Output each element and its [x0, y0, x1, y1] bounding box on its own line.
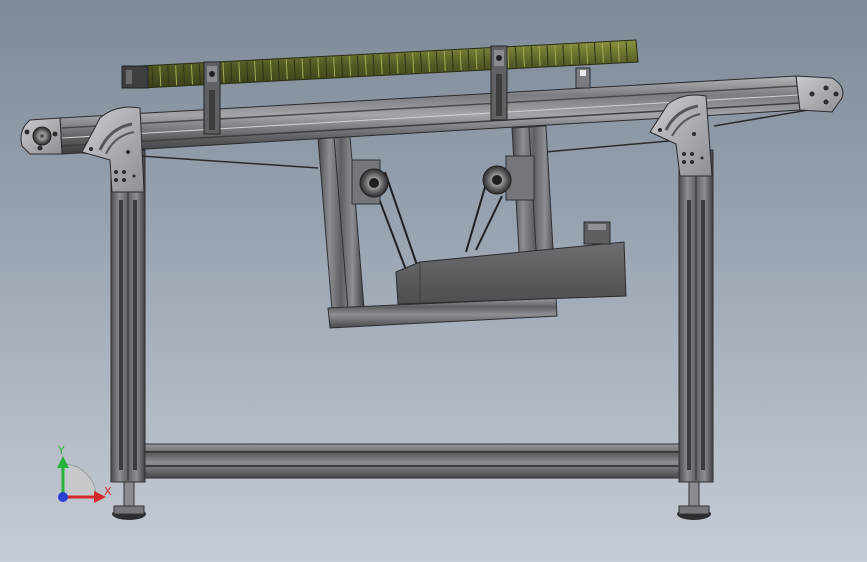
right-end-cap[interactable] [795, 75, 844, 113]
cable-carrier-end[interactable] [121, 65, 149, 89]
z-axis-dot [58, 492, 68, 502]
cad-model-view[interactable]: Y X [0, 0, 867, 562]
motor-connector[interactable] [583, 221, 611, 245]
left-leg[interactable] [110, 149, 146, 483]
right-tension-pulley[interactable] [482, 155, 535, 201]
right-leveling-foot[interactable] [677, 481, 711, 520]
right-carrier-hanger[interactable] [490, 45, 508, 121]
left-end-cap[interactable] [20, 117, 63, 155]
bottom-crossbar[interactable] [144, 443, 680, 479]
right-leg[interactable] [678, 149, 714, 483]
x-axis-label: X [104, 485, 112, 498]
drive-motor-housing[interactable] [395, 241, 627, 305]
graphics-viewport[interactable]: Y X [0, 0, 867, 562]
y-axis-label: Y [57, 444, 65, 457]
left-tension-pulley[interactable] [351, 159, 389, 205]
left-carrier-hanger[interactable] [203, 61, 221, 135]
left-leveling-foot[interactable] [112, 481, 146, 520]
y-axis-arrowhead [57, 456, 69, 468]
reference-triad: Y X [57, 444, 112, 503]
limit-switch[interactable] [575, 67, 591, 89]
